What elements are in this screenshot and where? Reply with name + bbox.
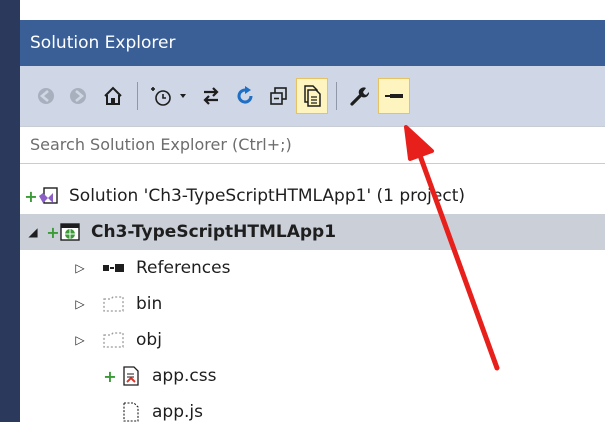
chevron-down-icon (180, 94, 186, 98)
show-all-files-button[interactable] (296, 78, 328, 114)
tree-item-label: bin (136, 294, 163, 314)
ide-left-edge (0, 0, 20, 422)
preview-selected-items-icon (385, 94, 403, 98)
toolbar-separator (137, 82, 138, 110)
collapsed-triangle-icon[interactable]: ▷ (72, 261, 88, 275)
toolbar-separator (336, 82, 337, 110)
pending-changes-filter-button[interactable] (146, 78, 176, 114)
hidden-folder-icon (102, 330, 126, 350)
css-file-icon (120, 365, 142, 387)
expanded-triangle-icon[interactable]: ◢ (25, 225, 41, 239)
added-indicator-icon: + (46, 222, 60, 242)
tree-item-label: References (136, 258, 231, 278)
tree-row-obj[interactable]: ▷ obj (20, 322, 605, 358)
wrench-icon (350, 87, 370, 106)
screenshot-frame: Solution Explorer Search Solution Explor… (0, 0, 605, 422)
collapsed-triangle-icon[interactable]: ▷ (72, 333, 88, 347)
properties-button[interactable] (344, 78, 374, 114)
references-icon (102, 261, 126, 275)
added-indicator-icon: + (103, 366, 117, 386)
solution-icon (37, 185, 59, 207)
preview-selected-items-button[interactable] (378, 78, 410, 114)
tree-item-label: app.js (152, 402, 203, 422)
collapsed-triangle-icon[interactable]: ▷ (72, 297, 88, 311)
tree-item-label: app.css (152, 366, 217, 386)
forward-button[interactable] (64, 78, 92, 114)
tree-item-label: obj (136, 330, 162, 350)
tree-row-project[interactable]: ◢ + Ch3-TypeScriptHTMLApp1 (20, 214, 605, 250)
refresh-button[interactable] (230, 78, 260, 114)
solution-tree: + Solution 'Ch3-TypeScriptHTMLApp1' (1 p… (20, 164, 605, 422)
sync-with-active-document-icon (203, 87, 219, 105)
tree-row-bin[interactable]: ▷ bin (20, 286, 605, 322)
project-label: Ch3-TypeScriptHTMLApp1 (91, 222, 337, 242)
home-button[interactable] (98, 78, 128, 114)
tree-row-references[interactable]: ▷ References (20, 250, 605, 286)
tree-row-solution[interactable]: + Solution 'Ch3-TypeScriptHTMLApp1' (1 p… (20, 178, 605, 214)
filter-dropdown-button[interactable] (176, 78, 190, 114)
panel-title: Solution Explorer (20, 20, 605, 66)
added-indicator-icon: + (24, 186, 38, 206)
sync-with-active-document-button[interactable] (196, 78, 226, 114)
hidden-folder-icon (102, 294, 126, 314)
web-project-icon (59, 221, 81, 243)
collapse-all-icon (270, 87, 287, 105)
home-icon (104, 86, 122, 105)
solution-explorer-toolbar (20, 66, 605, 126)
solution-explorer-panel: Solution Explorer Search Solution Explor… (20, 20, 605, 422)
back-arrow-icon (38, 88, 54, 104)
collapse-all-button[interactable] (264, 78, 294, 114)
forward-arrow-icon (70, 88, 86, 104)
refresh-icon (237, 86, 253, 104)
back-button[interactable] (32, 78, 60, 114)
file-icon (120, 401, 142, 422)
show-all-files-icon (304, 85, 321, 107)
search-input[interactable]: Search Solution Explorer (Ctrl+;) (20, 126, 605, 164)
pending-changes-filter-icon (151, 87, 171, 106)
tree-row-app-css[interactable]: + app.css (20, 358, 605, 394)
tree-row-app-js[interactable]: app.js (20, 394, 605, 422)
solution-label: Solution 'Ch3-TypeScriptHTMLApp1' (1 pro… (69, 186, 466, 206)
